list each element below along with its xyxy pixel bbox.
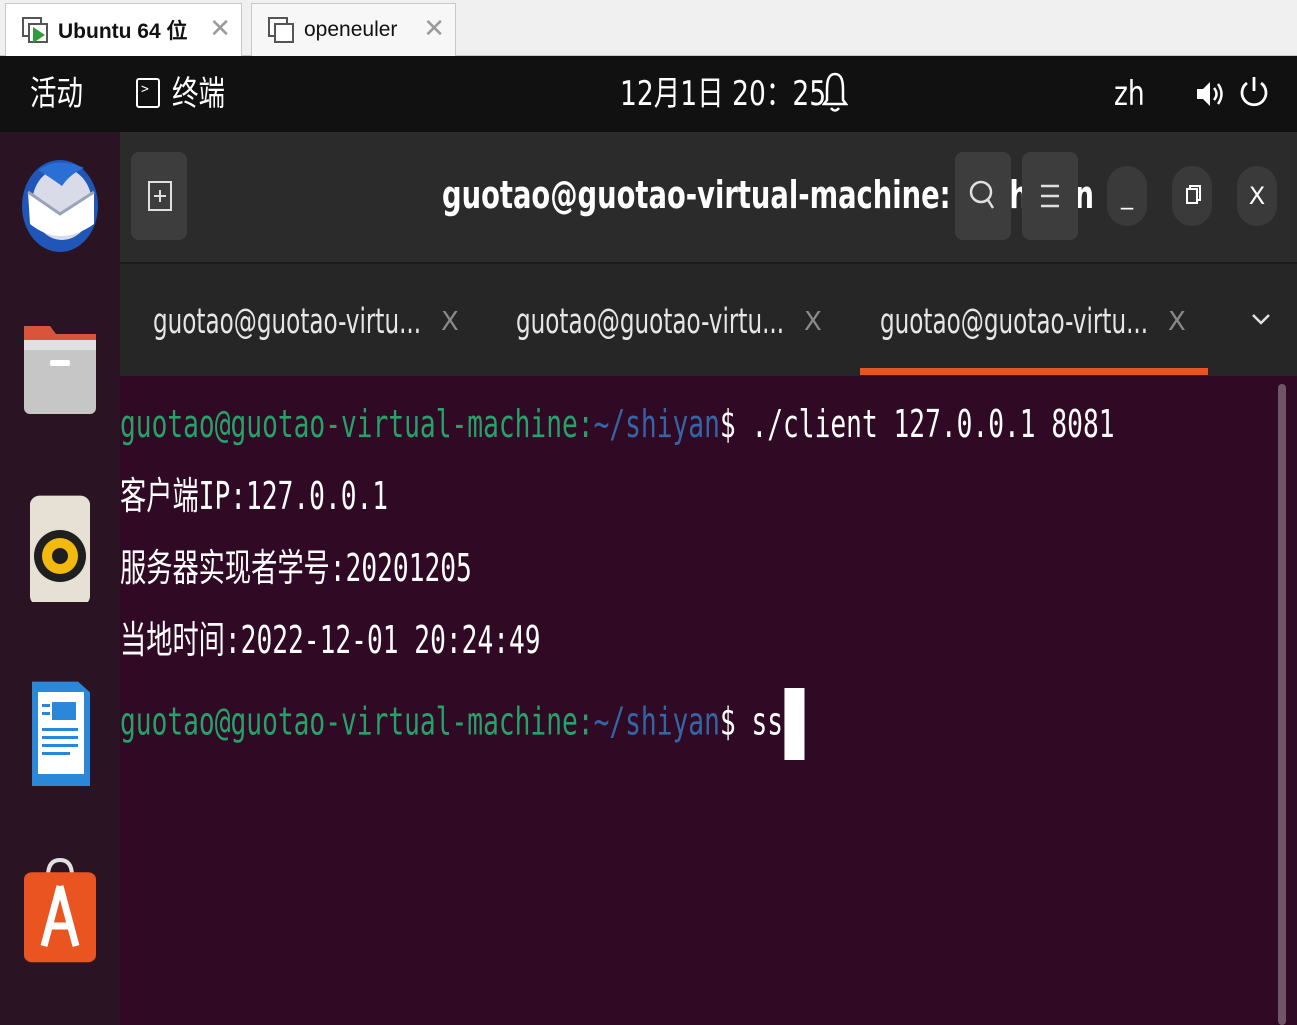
menu-button[interactable] [1022,152,1078,240]
command-text: ./client 127.0.0.1 8081 [735,402,1115,446]
vm-tab-label: openeuler [304,18,398,41]
terminal-line: 当地时间:2022-12-01 20:24:49 [120,618,541,662]
vm-running-icon [20,15,50,45]
input-method-indicator[interactable]: zh [1114,74,1145,114]
terminal-app-icon [136,78,160,108]
gnome-top-bar: 活动 终端 12月1日 20：25 zh [0,56,1297,132]
terminal-line: 客户端IP:127.0.0.1 [120,474,389,518]
active-tab-indicator [860,368,1208,375]
tab-label: guotao@guotao-virtu... [153,302,422,342]
terminal-line: guotao@guotao-virtual-machine:~/shiyan$ … [120,688,805,760]
terminal-tab[interactable]: guotao@guotao-virtu... X [516,300,826,344]
new-tab-button[interactable] [131,152,187,240]
vm-icon [266,15,296,45]
new-tab-icon [148,181,172,211]
search-button[interactable] [955,152,1011,240]
vm-tab-ubuntu[interactable]: Ubuntu 64 位 ✕ [5,3,242,56]
rhythmbox-icon[interactable] [18,492,102,602]
prompt-symbol: $ [719,699,736,744]
tab-label: guotao@guotao-virtu... [880,302,1149,342]
command-input[interactable]: ss [736,700,783,744]
terminal-output[interactable]: guotao@guotao-virtual-machine:~/shiyan$ … [120,376,1297,1025]
dock [0,132,120,1025]
vm-tab-strip: Ubuntu 64 位 ✕ openeuler ✕ [0,0,1297,56]
power-icon[interactable] [1238,74,1270,110]
thunderbird-icon[interactable] [18,152,102,262]
scrollbar[interactable] [1278,384,1286,1025]
alarm-bell-icon [822,72,848,112]
terminal-line: 服务器实现者学号:20201205 [120,546,472,590]
vm-tab-label: Ubuntu 64 位 [58,20,188,43]
activities-button[interactable]: 活动 [30,74,83,114]
terminal-line: guotao@guotao-virtual-machine:~/shiyan$ … [120,400,1115,448]
app-menu[interactable]: 终端 [172,74,225,114]
prompt-path: ~/shiyan [593,402,720,446]
prompt-path: ~/shiyan [593,699,720,744]
prompt-user: guotao@guotao-virtual-machine: [120,699,594,744]
tab-label: guotao@guotao-virtu... [516,302,785,342]
minimize-button[interactable]: _ [1107,166,1147,226]
tab-close-button[interactable]: X [441,300,459,344]
libreoffice-writer-icon[interactable] [18,678,102,788]
chevron-down-icon[interactable] [1250,308,1272,330]
terminal-tab-bar: guotao@guotao-virtu... X guotao@guotao-v… [120,262,1297,376]
clock[interactable]: 12月1日 20：25 [620,74,826,114]
close-icon[interactable]: ✕ [209,16,231,42]
tab-close-button[interactable]: X [1168,300,1186,344]
terminal-headerbar: guotao@guotao-virtual-machine: ~/shiyan … [120,132,1297,262]
close-icon[interactable]: ✕ [423,16,445,42]
terminal-tab-active[interactable]: guotao@guotao-virtu... X [880,300,1190,344]
hamburger-menu-icon [1041,184,1059,208]
files-icon[interactable] [18,312,102,422]
volume-icon[interactable] [1194,78,1226,110]
text-cursor [784,688,805,760]
vm-tab-openeuler[interactable]: openeuler ✕ [251,3,456,56]
maximize-button[interactable] [1172,166,1212,226]
prompt-symbol: $ [719,402,736,446]
restore-icon [1186,185,1201,204]
software-center-icon[interactable] [18,856,102,966]
search-icon [969,180,995,209]
close-window-button[interactable]: X [1237,166,1277,226]
tab-close-button[interactable]: X [804,300,822,344]
prompt-user: guotao@guotao-virtual-machine: [120,402,594,446]
terminal-tab[interactable]: guotao@guotao-virtu... X [153,300,463,344]
